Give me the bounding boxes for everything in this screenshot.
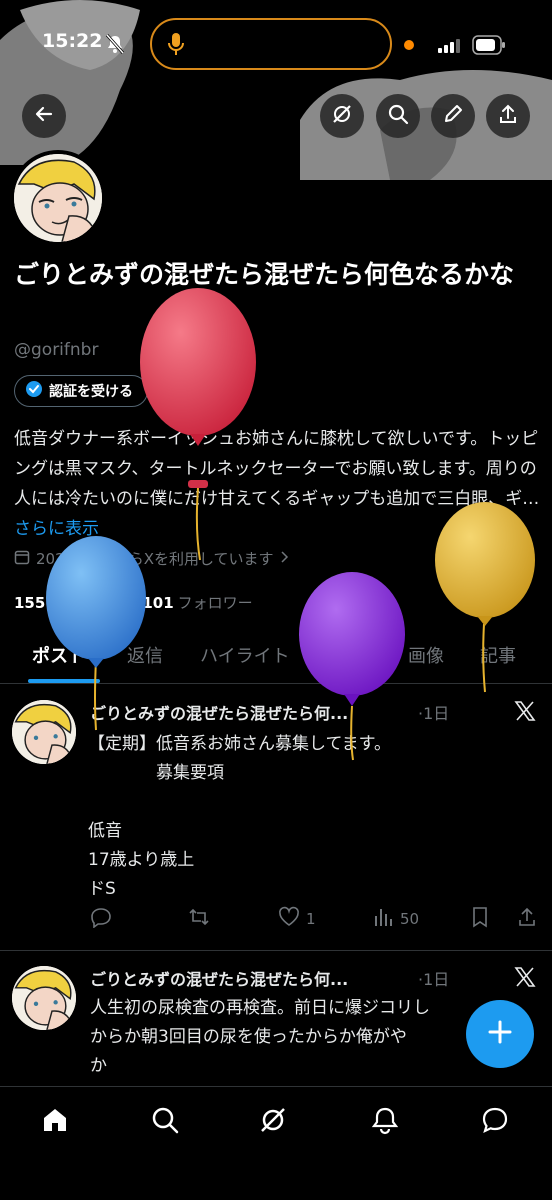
nav-grok[interactable] (258, 1105, 288, 1139)
like-icon (278, 906, 300, 932)
grok-button[interactable] (320, 94, 364, 138)
nav-search[interactable] (150, 1105, 180, 1139)
post-avatar[interactable] (12, 700, 76, 764)
share-icon (516, 906, 538, 932)
post-body: 人生初の尿検査の再検査。前日に爆ジコリし からか朝3回目の尿を使ったからか俺がや… (90, 998, 430, 1076)
verified-icon (25, 380, 43, 402)
home-icon (40, 1109, 70, 1139)
following-label: フォロー中 (49, 594, 125, 612)
calendar-icon (14, 549, 30, 569)
display-name: ごりとみずの混ぜたら混ぜたら何色なるかな (14, 260, 515, 289)
views-count: 50 (400, 910, 420, 928)
avatar[interactable] (10, 150, 106, 246)
nav-notifications[interactable] (370, 1105, 400, 1139)
privacy-indicator-dot (404, 40, 414, 50)
like-count: 1 (306, 910, 316, 928)
compose-post-button[interactable] (466, 1000, 534, 1068)
bio-text: 低音ダウナー系ボーイッシュお姉さんに膝枕して欲しいです。トッピングは黒マスク、タ… (14, 429, 540, 509)
like-button[interactable]: 1 (278, 906, 316, 932)
back-arrow-icon (34, 104, 54, 128)
reply-icon (90, 906, 112, 932)
tab-posts[interactable]: ポスト (32, 642, 86, 668)
repost-icon (188, 906, 210, 932)
following-count: 155 (14, 594, 46, 612)
tab-articles[interactable]: 記事 (480, 642, 516, 668)
post-item[interactable]: ごりとみずの混ぜたら混ぜたら何... ·1日 【定期】低音系お姉さん募集してます… (0, 690, 552, 950)
status-time: 15:22 (42, 30, 103, 52)
show-more-link[interactable]: さらに表示 (14, 519, 99, 539)
tab-highlights[interactable]: ハイライト (200, 642, 290, 668)
search-button[interactable] (376, 94, 420, 138)
tab-videos[interactable]: 動画 (336, 642, 372, 668)
share-post-button[interactable] (516, 906, 538, 932)
nav-messages[interactable] (480, 1105, 510, 1139)
share-button[interactable] (486, 94, 530, 138)
bottom-nav (0, 1086, 552, 1200)
tab-indicator (28, 679, 100, 683)
post-time[interactable]: ·1日 (418, 700, 449, 724)
profile-tabs: ポスト 返信 ハイライト 動画 画像 記事 (0, 630, 552, 684)
followers-count: 101 (142, 594, 174, 612)
post-author[interactable]: ごりとみずの混ぜたら混ぜたら何... (90, 700, 348, 724)
signal-icon (438, 38, 460, 57)
post-divider (0, 950, 552, 951)
post-time[interactable]: ·1日 (418, 966, 449, 990)
plus-icon (486, 1018, 514, 1050)
get-verified-label: 認証を受ける (49, 384, 133, 400)
views-icon (372, 906, 394, 932)
share-icon (497, 103, 519, 129)
grok-icon (331, 103, 353, 129)
edit-button[interactable] (431, 94, 475, 138)
followers-label: フォロワー (177, 594, 253, 612)
chevron-right-icon (280, 550, 290, 568)
get-verified-button[interactable]: 認証を受ける (14, 375, 148, 407)
nav-home[interactable] (40, 1105, 70, 1139)
tab-images[interactable]: 画像 (408, 642, 444, 668)
post-actions: 1 50 (90, 906, 540, 934)
following-link[interactable]: 155 フォロー中 (14, 592, 124, 613)
x-logo-icon (514, 700, 536, 726)
handle: @gorifnbr (14, 340, 99, 360)
repost-button[interactable] (188, 906, 210, 932)
tab-replies[interactable]: 返信 (127, 642, 163, 668)
bell-slash-icon (105, 34, 125, 58)
reply-button[interactable] (90, 906, 112, 932)
views-button[interactable]: 50 (372, 906, 419, 932)
joined-date[interactable]: 2023年4月からXを利用しています (14, 548, 290, 569)
messages-icon (480, 1107, 510, 1139)
search-icon (150, 1107, 180, 1139)
followers-link[interactable]: 101 フォロワー (142, 592, 252, 613)
bookmark-button[interactable] (470, 906, 490, 932)
post-author[interactable]: ごりとみずの混ぜたら混ぜたら何... (90, 966, 348, 990)
mic-icon (168, 32, 184, 60)
post-avatar[interactable] (12, 966, 76, 1030)
back-button[interactable] (22, 94, 66, 138)
dynamic-island (150, 18, 392, 70)
joined-text: 2023年4月からXを利用しています (36, 550, 274, 568)
post-body: 【定期】低音系お姉さん募集してます。 募集要項 低音 17歳より歳上 ドS (88, 734, 391, 899)
x-logo-icon (514, 966, 536, 992)
edit-icon (442, 103, 464, 129)
bio: 低音ダウナー系ボーイッシュお姉さんに膝枕して欲しいです。トッピングは黒マスク、タ… (14, 424, 542, 544)
battery-icon (472, 35, 506, 59)
follow-stats: 155 フォロー中 101 フォロワー (14, 592, 253, 613)
search-icon (387, 103, 409, 129)
grok-icon (258, 1108, 288, 1139)
bookmark-icon (470, 906, 490, 932)
notifications-icon (370, 1107, 400, 1139)
